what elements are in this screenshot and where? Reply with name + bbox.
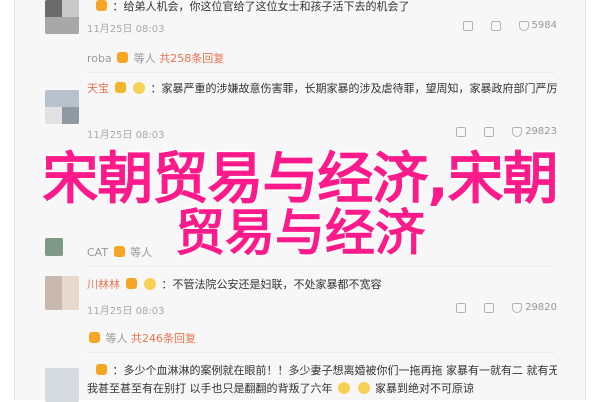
member-badge-icon — [89, 332, 100, 343]
share-button[interactable] — [456, 302, 467, 313]
comment-time: 11月25日 08:03 — [87, 130, 165, 141]
divider — [87, 72, 555, 73]
comment-username[interactable] — [87, 0, 91, 13]
comment-button[interactable] — [490, 20, 501, 31]
share-icon — [462, 20, 473, 31]
share-button[interactable] — [456, 126, 467, 137]
comment-username[interactable] — [87, 364, 91, 377]
like-count: 29823 — [525, 126, 557, 137]
comment-username[interactable]: 川林林 — [87, 278, 120, 291]
comment-text: ：家暴严重的涉嫌故意伤害罪，长期家暴的涉及虐待罪，望周知，家暴政府部门严厉执法，… — [150, 82, 558, 95]
thumb-up-icon — [512, 302, 523, 313]
like-count: 29820 — [525, 302, 557, 313]
comment-text: ：多少个血淋淋的案例就在眼前！！多少妻子想离婚被你们一拖再拖 家暴有一就有二 就… — [112, 364, 558, 377]
emoji-icon — [133, 82, 145, 94]
verified-badge-icon — [114, 82, 126, 93]
avatar[interactable] — [45, 368, 79, 402]
like-button[interactable]: 29823 — [512, 126, 557, 137]
like-count: 5984 — [531, 20, 557, 31]
member-badge-icon — [117, 52, 129, 63]
emoji-icon — [338, 382, 350, 394]
avatar[interactable] — [45, 90, 79, 124]
like-button[interactable]: 29820 — [512, 302, 557, 313]
member-badge-icon — [96, 364, 107, 375]
member-badge-icon — [96, 0, 107, 11]
comment-icon — [484, 302, 495, 313]
comment-icon — [490, 20, 501, 31]
view-replies-link[interactable]: 共246条回复 — [131, 332, 196, 345]
avatar[interactable] — [45, 0, 79, 34]
share-button[interactable] — [462, 20, 473, 31]
comment-text: ：给弟人机会，你这位官给了这位女士和孩子活下去的机会了 — [112, 0, 410, 13]
emoji-icon — [144, 278, 156, 290]
thumb-up-icon — [512, 126, 523, 137]
divider — [87, 352, 555, 353]
reply-connector: 等人 — [105, 332, 128, 345]
share-icon — [456, 126, 467, 137]
overlay-title-line2: 贸易与经济 — [175, 204, 425, 262]
comment-text: ：不管法院公安还是妇联，不处家暴都不宽容 — [161, 278, 382, 291]
member-badge-icon — [125, 278, 137, 289]
comment-button[interactable] — [484, 302, 495, 313]
emoji-icon — [357, 382, 370, 394]
comment-button[interactable] — [484, 126, 495, 137]
comment-icon — [484, 126, 495, 137]
comment-text-continued: 我甚至甚至有在别打 以手也只是翻翻的背叛了六年 — [87, 382, 333, 395]
comment-text-suffix: 家暴到绝对不可原谅 — [375, 382, 474, 395]
like-button[interactable]: 5984 — [518, 20, 557, 31]
overlay-title-line1: 宋朝贸易与经济,宋朝 — [42, 147, 558, 212]
comment-username[interactable]: 天宝 — [87, 82, 109, 95]
reply-connector: 等人 — [133, 52, 156, 65]
comment-time: 11月25日 08:03 — [87, 24, 165, 35]
share-icon — [456, 302, 467, 313]
thumb-up-icon — [518, 20, 529, 31]
view-replies-link[interactable]: 共258条回复 — [159, 52, 224, 65]
reply-username[interactable]: roba — [87, 52, 112, 65]
comment-time: 11月25日 08:03 — [87, 306, 165, 317]
avatar[interactable] — [45, 276, 79, 310]
divider — [87, 266, 555, 267]
